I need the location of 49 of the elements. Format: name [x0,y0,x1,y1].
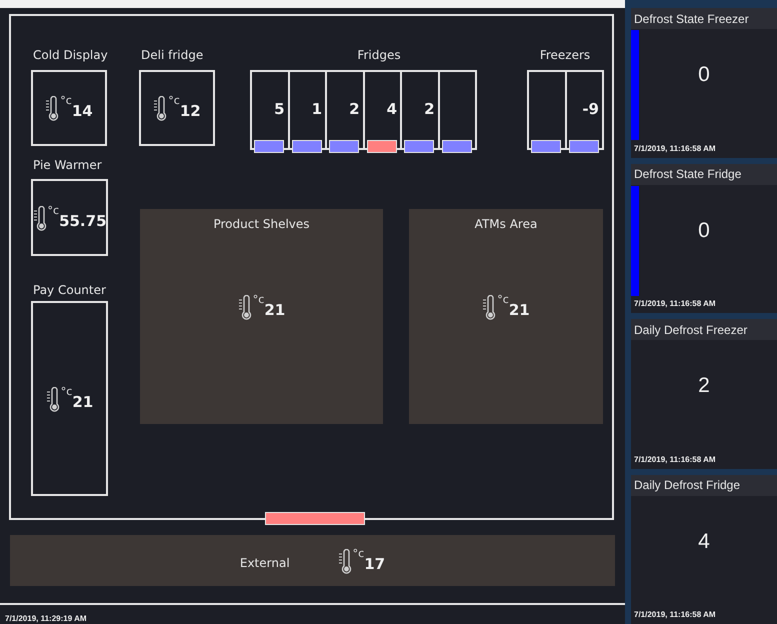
temperature-reading: 55.75 [59,214,107,228]
tile-value: 4 [697,528,711,554]
temperature-reading: 21 [508,303,530,318]
thermometer-icon [338,548,352,574]
thermometer-icon [32,206,46,232]
tile-title: Defrost State Fridge [631,164,777,184]
zone-label: Pie Warmer [33,157,102,174]
temperature-reading: 2 [424,102,434,120]
zone-label: Product Shelves [213,216,310,233]
tile-title: Daily Defrost Fridge [631,474,777,496]
thermometer-icon [482,295,496,321]
zone-label: External [240,554,290,572]
timestamp: 7/1/2019, 11:16:58 AM [634,609,716,621]
temperature-reading: 4 [386,102,397,120]
temperature-reading: 21 [72,394,94,410]
unit-label: °c [60,386,72,396]
thermometer-icon [153,96,168,122]
temperature-reading: 21 [264,303,286,318]
unit-label: °c [497,294,509,305]
unit-label: °c [252,294,264,305]
thermometer-icon [46,386,60,412]
zone-label: Cold Display [33,47,108,64]
temperature-reading: 12 [180,104,201,119]
thermometer-icon [238,295,252,321]
zone-label: ATMs Area [474,216,538,233]
temperature-reading: 2 [349,102,360,120]
zone-label: Pay Counter [33,282,106,299]
temperature-reading: -9 [582,102,599,120]
unit-label: °c [48,204,60,216]
section-label: Freezers [540,47,590,64]
tile-title: Defrost State Freezer [631,8,777,29]
tile-title: Daily Defrost Freezer [631,319,777,340]
tile-value: 0 [697,218,711,244]
timestamp: 7/1/2019, 11:16:58 AM [634,142,716,154]
tile-value: 0 [697,62,711,88]
temperature-reading: 17 [364,556,386,572]
zone-label: Deli fridge [141,47,204,64]
unit-label: °c [352,548,364,558]
section-label: Fridges [357,47,401,64]
temperature-reading: 5 [274,102,284,120]
unit-label: °c [168,95,180,106]
temperature-reading: 14 [72,104,93,119]
timestamp: 7/1/2019, 11:16:58 AM [634,454,716,466]
unit-label: °c [60,95,72,106]
timestamp: 7/1/2019, 11:29:19 AM [5,613,87,624]
tile-value: 2 [697,373,711,399]
thermometer-icon [45,96,60,122]
timestamp: 7/1/2019, 11:16:58 AM [634,298,716,310]
temperature-reading: 1 [312,102,322,120]
